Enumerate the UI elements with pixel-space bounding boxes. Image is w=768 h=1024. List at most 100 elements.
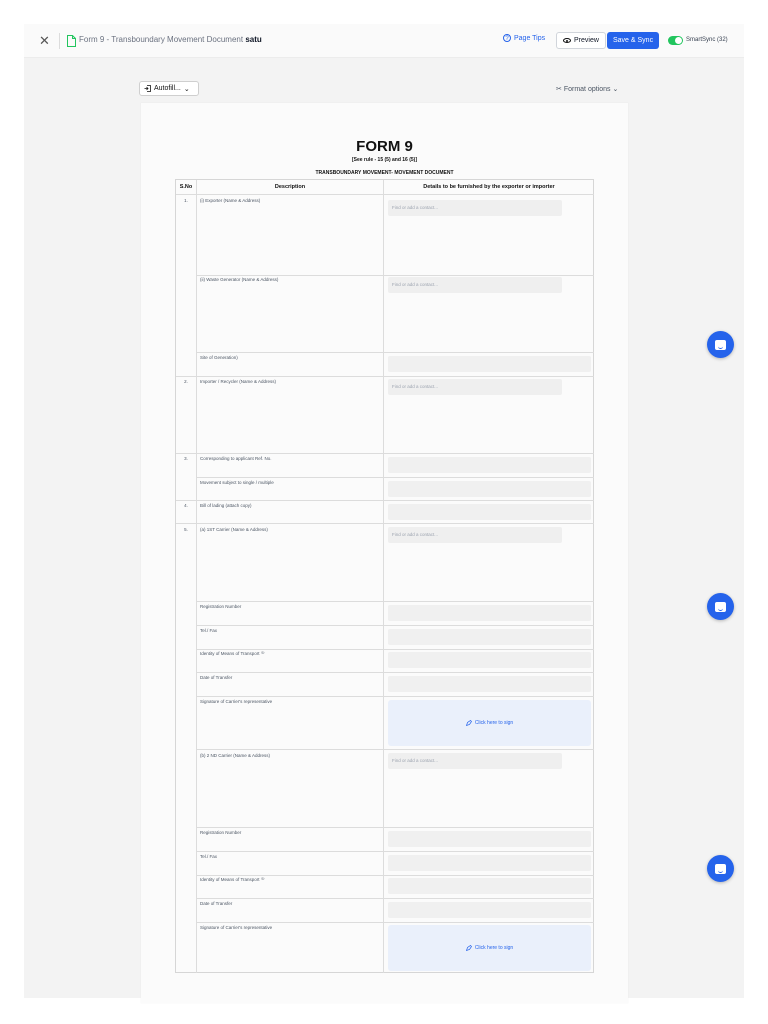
- divider: [176, 500, 594, 501]
- format-options-dropdown[interactable]: ✂ Format options ⌄: [556, 85, 618, 93]
- preview-button[interactable]: Preview: [556, 32, 606, 49]
- row-description: Identity of Means of Transport ⁽³⁾: [200, 651, 265, 656]
- row-description: Importer / Recycler (Name & Address): [200, 379, 277, 384]
- divider: [196, 180, 197, 973]
- row-description: Signature of Carrier's representative: [200, 699, 273, 704]
- autofill-icon: [144, 85, 151, 92]
- divider: [197, 749, 594, 750]
- transport-identity-field[interactable]: [388, 878, 591, 894]
- divider: [176, 194, 594, 195]
- exporter-contact-input[interactable]: Find or add a contact...: [388, 200, 562, 216]
- chat-icon-glyph: [715, 863, 726, 874]
- chevron-down-icon: ⌄: [183, 85, 190, 93]
- divider: [197, 922, 594, 923]
- form-subtitle: TRANSBOUNDARY MOVEMENT- MOVEMENT DOCUMEN…: [315, 170, 454, 176]
- row-description: Date of Transfer: [200, 675, 233, 680]
- chat-icon[interactable]: [707, 593, 734, 620]
- divider: [197, 898, 594, 899]
- preview-label: Preview: [574, 37, 599, 44]
- tel-fax-field[interactable]: [388, 855, 591, 871]
- row-number: 5.: [184, 527, 188, 532]
- sign-label: Click here to sign: [474, 720, 514, 726]
- sign-button[interactable]: Click here to sign: [388, 700, 591, 746]
- pencil-icon: [465, 945, 472, 951]
- row-number: 1.: [184, 198, 188, 203]
- row-description: Bill of lading (attach copy): [200, 503, 252, 508]
- save-sync-label: Save & Sync: [613, 37, 654, 44]
- row-description: Signature of Carrier's representative: [200, 925, 273, 930]
- movement-type-field[interactable]: [388, 481, 591, 497]
- smartsync-toggle[interactable]: [668, 36, 683, 45]
- pencil-icon: [465, 720, 472, 726]
- divider: [197, 477, 594, 478]
- autofill-dropdown[interactable]: Autofill... ⌄: [139, 81, 199, 96]
- date-of-transfer-field[interactable]: [388, 676, 591, 692]
- first-carrier-contact-input[interactable]: Find or add a contact...: [388, 527, 562, 543]
- site-of-generation-field[interactable]: [388, 356, 591, 372]
- divider: [176, 376, 594, 377]
- row-description: Tel./ Fax: [200, 854, 218, 859]
- form-table: S.No Description Details to be furnished…: [175, 179, 594, 973]
- close-icon[interactable]: ✕: [39, 33, 50, 49]
- row-description: (b) 2 ND Carrier (Name & Address): [200, 753, 271, 758]
- divider: [59, 33, 60, 49]
- ref-number-field[interactable]: [388, 457, 591, 473]
- divider: [197, 851, 594, 852]
- divider: [383, 180, 384, 973]
- divider: [197, 625, 594, 626]
- row-description: Corresponding to applicant Ref. No.: [200, 456, 272, 461]
- bill-of-lading-field[interactable]: [388, 504, 591, 520]
- divider: [197, 352, 594, 353]
- registration-number-field[interactable]: [388, 605, 591, 621]
- col-header-sno: S.No: [179, 184, 193, 190]
- row-description: Registration Number: [200, 604, 242, 609]
- col-header-description: Description: [274, 184, 306, 190]
- chevron-down-icon: ⌄: [612, 86, 619, 93]
- divider: [197, 649, 594, 650]
- divider: [197, 275, 594, 276]
- divider: [197, 696, 594, 697]
- row-description: Movement subject to single / multiple: [200, 480, 274, 485]
- sign-label: Click here to sign: [474, 945, 514, 951]
- page-title: Form 9 - Transboundary Movement Document…: [79, 35, 262, 44]
- divider: [176, 453, 594, 454]
- tel-fax-field[interactable]: [388, 629, 591, 645]
- page-title-suffix: satu: [245, 35, 262, 44]
- row-description: Site of Generation): [200, 355, 238, 360]
- row-description: Registration Number: [200, 830, 242, 835]
- registration-number-field[interactable]: [388, 831, 591, 847]
- divider: [197, 827, 594, 828]
- format-options-label: Format options: [563, 86, 611, 93]
- form-page: FORM 9 [See rule - 15 (5) and 16 (5)] TR…: [141, 103, 628, 1003]
- divider: [197, 875, 594, 876]
- help-icon: ?: [503, 34, 511, 42]
- page-title-text: Form 9 - Transboundary Movement Document: [79, 35, 244, 44]
- row-description: (a) 1ST Carrier (Name & Address): [200, 527, 268, 532]
- chat-icon[interactable]: [707, 855, 734, 882]
- document-icon: [67, 35, 76, 47]
- second-carrier-contact-input[interactable]: Find or add a contact...: [388, 753, 562, 769]
- row-description: (ii) Waste Generator (Name & Address): [200, 277, 279, 282]
- divider: [197, 672, 594, 673]
- date-of-transfer-field[interactable]: [388, 902, 591, 918]
- divider: [197, 601, 594, 602]
- page-tips-link[interactable]: ? Page Tips: [503, 34, 545, 42]
- row-description: Tel./ Fax: [200, 628, 218, 633]
- chat-icon-glyph: [715, 339, 726, 350]
- chat-icon[interactable]: [707, 331, 734, 358]
- save-sync-button[interactable]: Save & Sync: [607, 32, 660, 49]
- row-number: 3.: [184, 456, 188, 461]
- chat-icon-glyph: [715, 601, 726, 612]
- smartsync-label: SmartSync (32): [686, 37, 728, 43]
- row-number: 2.: [184, 379, 188, 384]
- form-title: FORM 9: [356, 138, 413, 155]
- importer-contact-input[interactable]: Find or add a contact...: [388, 379, 562, 395]
- form-rule: [See rule - 15 (5) and 16 (5)]: [351, 157, 418, 163]
- generator-contact-input[interactable]: Find or add a contact...: [388, 277, 562, 293]
- transport-identity-field[interactable]: [388, 652, 591, 668]
- sign-button[interactable]: Click here to sign: [388, 925, 591, 971]
- top-bar: ✕ Form 9 - Transboundary Movement Docume…: [24, 24, 744, 58]
- row-number: 4.: [184, 503, 188, 508]
- eye-icon: [563, 38, 571, 43]
- format-icon: ✂: [556, 86, 562, 93]
